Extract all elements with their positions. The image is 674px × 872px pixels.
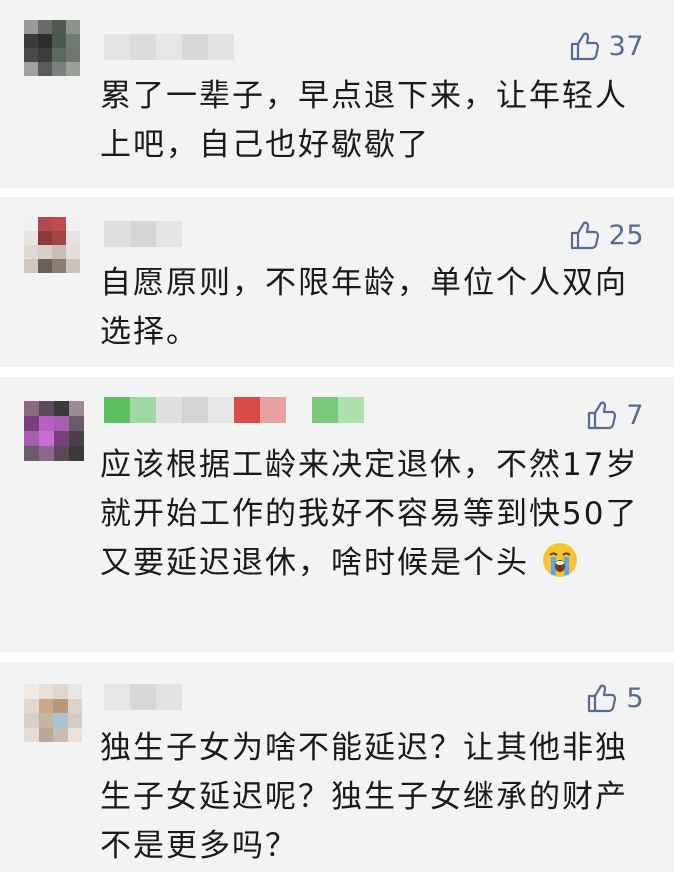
like-button[interactable]: 25 bbox=[569, 215, 644, 255]
comment-card: 25 自愿原则，不限年龄，单位个人双向选择。 bbox=[0, 197, 674, 367]
like-count: 5 bbox=[626, 682, 644, 714]
avatar[interactable] bbox=[24, 20, 80, 76]
comment-card: 7 应该根据工龄来决定退休，不然17岁就开始工作的我好不容易等到快50了又要延迟… bbox=[0, 377, 674, 652]
comment-text: 应该根据工龄来决定退休，不然17岁就开始工作的我好不容易等到快50了又要延迟退休… bbox=[100, 441, 645, 588]
comment-text: 自愿原则，不限年龄，单位个人双向选择。 bbox=[100, 265, 628, 350]
like-button[interactable]: 37 bbox=[569, 26, 644, 66]
comment-text: 独生子女为啥不能延迟？让其他非独生子女延迟呢？独生子女继承的财产不是更多吗？ bbox=[100, 730, 628, 864]
like-count: 25 bbox=[608, 219, 644, 251]
username-mosaic[interactable] bbox=[104, 684, 182, 710]
comment-text: 累了一辈子，早点退下来，让年轻人上吧，自己也好歇歇了 bbox=[100, 78, 628, 163]
thumbs-up-icon bbox=[588, 684, 617, 713]
like-count: 37 bbox=[608, 30, 644, 62]
like-button[interactable]: 7 bbox=[586, 395, 644, 435]
avatar[interactable] bbox=[24, 401, 84, 461]
loudly-crying-face-icon bbox=[542, 543, 577, 577]
like-button[interactable]: 5 bbox=[586, 678, 644, 718]
thumbs-up-icon bbox=[570, 32, 599, 61]
avatar[interactable] bbox=[24, 217, 80, 273]
comment-card: 5 独生子女为啥不能延迟？让其他非独生子女延迟呢？独生子女继承的财产不是更多吗？ bbox=[0, 662, 674, 872]
avatar[interactable] bbox=[24, 684, 82, 742]
username-mosaic[interactable] bbox=[104, 34, 234, 60]
username-mosaic[interactable] bbox=[104, 397, 364, 423]
username-mosaic[interactable] bbox=[104, 221, 182, 247]
comment-card: 37 累了一辈子，早点退下来，让年轻人上吧，自己也好歇歇了 bbox=[0, 0, 674, 188]
thumbs-up-icon bbox=[570, 221, 599, 250]
like-count: 7 bbox=[626, 399, 644, 431]
thumbs-up-icon bbox=[588, 401, 617, 430]
